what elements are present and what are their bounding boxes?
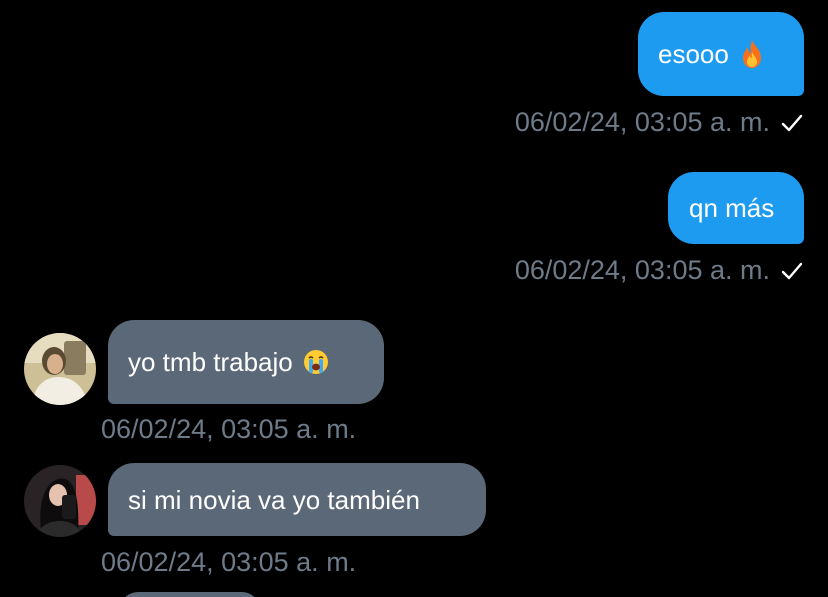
incoming-message-bubble-partial[interactable]: [120, 592, 260, 597]
incoming-message-bubble[interactable]: yo tmb trabajo: [108, 320, 384, 404]
incoming-message-bubble[interactable]: si mi novia va yo también: [108, 463, 486, 536]
message-text: esooo: [658, 39, 729, 69]
message-text: si mi novia va yo también: [128, 484, 420, 515]
loudly-crying-face-emoji-icon: [303, 347, 329, 377]
fire-emoji-icon: [739, 39, 765, 69]
sent-check-icon: [780, 110, 804, 134]
message-timestamp: 06/02/24, 03:05 a. m.: [101, 547, 357, 577]
message-text: yo tmb trabajo: [128, 347, 293, 377]
message-timestamp: 06/02/24, 03:05 a. m.: [101, 414, 357, 444]
message-text: qn más: [689, 193, 775, 223]
chat-thread: esooo 06/02/24, 03:05 a. m. qn más 06/02…: [0, 0, 828, 597]
sender-avatar[interactable]: [24, 333, 96, 405]
sender-avatar[interactable]: [24, 465, 96, 537]
message-timestamp: 06/02/24, 03:05 a. m.: [515, 106, 804, 138]
outgoing-message-bubble[interactable]: esooo: [638, 12, 804, 96]
sent-check-icon: [780, 258, 804, 282]
message-timestamp: 06/02/24, 03:05 a. m.: [515, 254, 804, 286]
outgoing-message-bubble[interactable]: qn más: [668, 172, 804, 244]
